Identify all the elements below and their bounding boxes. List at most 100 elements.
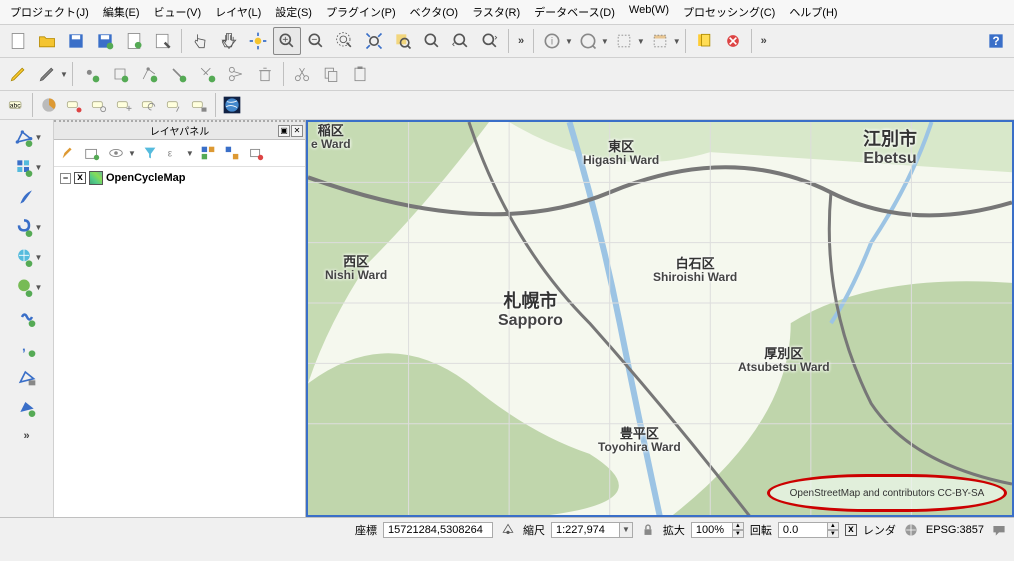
copy-button[interactable]: [317, 60, 345, 88]
coord-input[interactable]: [383, 522, 493, 538]
add-wcs-dropdown[interactable]: ▼: [35, 283, 43, 292]
edit-save-button[interactable]: [33, 60, 61, 88]
move-feature-button[interactable]: [106, 60, 134, 88]
toolbar-overflow-2[interactable]: »: [756, 35, 772, 47]
identify-tool-dropdown[interactable]: ▼: [601, 37, 609, 46]
touch-tool-button[interactable]: [186, 27, 214, 55]
scale-input[interactable]: [551, 522, 621, 538]
crs-label[interactable]: EPSG:3857: [926, 524, 984, 536]
scale-dropdown[interactable]: ▼: [619, 522, 633, 538]
mag-up[interactable]: ▲: [732, 522, 744, 530]
label-pin-button[interactable]: [62, 93, 86, 117]
left-toolbar-overflow[interactable]: »: [19, 430, 35, 442]
save-button[interactable]: [62, 27, 90, 55]
add-wfs-button[interactable]: [14, 304, 40, 330]
layer-item[interactable]: − x OpenCycleMap: [60, 171, 299, 185]
label-button[interactable]: abc: [4, 93, 28, 117]
lock-icon[interactable]: [639, 521, 657, 539]
identify-button[interactable]: i: [538, 27, 566, 55]
delete-button[interactable]: [251, 60, 279, 88]
label-change-button[interactable]: [162, 93, 186, 117]
menu-database[interactable]: データベース(D): [528, 2, 621, 22]
menu-edit[interactable]: 編集(E): [97, 2, 146, 22]
select-by-button[interactable]: [646, 27, 674, 55]
toolbar-overflow-1[interactable]: »: [513, 35, 529, 47]
label-props-button[interactable]: [187, 93, 211, 117]
render-checkbox[interactable]: x: [845, 524, 857, 536]
zoom-next-button[interactable]: [476, 27, 504, 55]
layer-expand-icon[interactable]: −: [60, 173, 71, 184]
add-spatialite-button[interactable]: [14, 364, 40, 390]
extents-icon[interactable]: [499, 521, 517, 539]
magnifier-input[interactable]: [691, 522, 733, 538]
add-wms-dropdown[interactable]: ▼: [35, 253, 43, 262]
filter-button[interactable]: [140, 143, 160, 163]
menu-plugins[interactable]: プラグイン(P): [320, 2, 402, 22]
menu-vector[interactable]: ベクタ(O): [404, 2, 464, 22]
scissors-button[interactable]: [222, 60, 250, 88]
identify-tool-button[interactable]: [574, 27, 602, 55]
save-as-button[interactable]: [91, 27, 119, 55]
menu-project[interactable]: プロジェクト(J): [4, 2, 95, 22]
rotation-input[interactable]: [778, 522, 828, 538]
add-delimited-button[interactable]: ,: [14, 334, 40, 360]
add-postgis-dropdown[interactable]: ▼: [35, 223, 43, 232]
style-button[interactable]: [58, 143, 78, 163]
collapse-all-button[interactable]: [222, 143, 242, 163]
messages-icon[interactable]: [990, 521, 1008, 539]
rot-down[interactable]: ▼: [827, 530, 839, 538]
add-postgis-button[interactable]: [11, 214, 37, 240]
add-wms-button[interactable]: [11, 244, 37, 270]
menu-help[interactable]: ヘルプ(H): [783, 2, 843, 22]
map-canvas[interactable]: 稲区e Ward東区Higashi Ward江別市Ebetsu西区Nishi W…: [306, 120, 1014, 517]
globe-button[interactable]: [220, 93, 244, 117]
add-feature-button[interactable]: [77, 60, 105, 88]
cut-features-button[interactable]: [164, 60, 192, 88]
new-print-composer-button[interactable]: [120, 27, 148, 55]
select-button[interactable]: [610, 27, 638, 55]
menu-view[interactable]: ビュー(V): [148, 2, 208, 22]
add-group-button[interactable]: [82, 143, 102, 163]
zoom-full-button[interactable]: [360, 27, 388, 55]
expression-button[interactable]: ε: [164, 143, 184, 163]
node-tool-button[interactable]: [135, 60, 163, 88]
refresh-button[interactable]: [719, 27, 747, 55]
zoom-out-button[interactable]: [302, 27, 330, 55]
select-dropdown[interactable]: ▼: [637, 37, 645, 46]
layer-tree[interactable]: − x OpenCycleMap: [54, 167, 305, 189]
add-feather-button[interactable]: [14, 184, 40, 210]
new-project-button[interactable]: [4, 27, 32, 55]
panel-close-button[interactable]: ✕: [291, 125, 303, 137]
zoom-to-selection-button[interactable]: [389, 27, 417, 55]
select-by-dropdown[interactable]: ▼: [673, 37, 681, 46]
pan-button[interactable]: [215, 27, 243, 55]
label-move-button[interactable]: [112, 93, 136, 117]
expression-dropdown[interactable]: ▼: [186, 149, 194, 158]
mag-down[interactable]: ▼: [732, 530, 744, 538]
add-wcs-button[interactable]: [11, 274, 37, 300]
menu-raster[interactable]: ラスタ(R): [466, 2, 526, 22]
split-feature-button[interactable]: [193, 60, 221, 88]
remove-layer-button[interactable]: [246, 143, 266, 163]
identify-dropdown[interactable]: ▼: [565, 37, 573, 46]
menu-layer[interactable]: レイヤ(L): [209, 2, 267, 22]
open-project-button[interactable]: [33, 27, 61, 55]
pan-to-selection-button[interactable]: [244, 27, 272, 55]
label-rotate-button[interactable]: [137, 93, 161, 117]
menu-processing[interactable]: プロセッシング(C): [677, 2, 781, 22]
edit-toggle-button[interactable]: [4, 60, 32, 88]
zoom-to-layer-button[interactable]: [418, 27, 446, 55]
visibility-dropdown[interactable]: ▼: [128, 149, 136, 158]
rot-up[interactable]: ▲: [827, 522, 839, 530]
cut-button[interactable]: [288, 60, 316, 88]
add-vector-button[interactable]: [11, 124, 37, 150]
bookmark-button[interactable]: [690, 27, 718, 55]
layer-checkbox[interactable]: x: [74, 172, 86, 184]
add-raster-dropdown[interactable]: ▼: [35, 163, 43, 172]
panel-undock-button[interactable]: ▣: [278, 125, 290, 137]
diagram-button[interactable]: [37, 93, 61, 117]
menu-web[interactable]: Web(W): [623, 2, 675, 22]
menu-settings[interactable]: 設定(S): [269, 2, 318, 22]
add-vector-dropdown[interactable]: ▼: [35, 133, 43, 142]
visibility-button[interactable]: [106, 143, 126, 163]
